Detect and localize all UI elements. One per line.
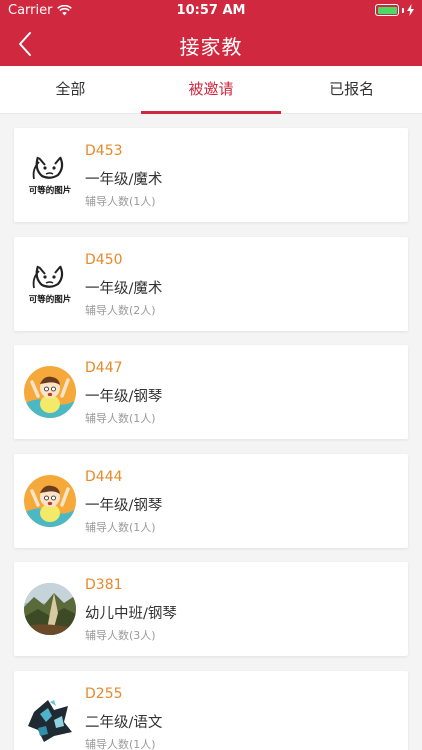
job-card[interactable]: D447 一年级/钢琴 辅导人数(1人) — [14, 345, 408, 439]
avatar — [24, 583, 76, 635]
cartoon-avatar-icon — [24, 474, 76, 527]
meme-avatar-icon: 可等的图片 — [24, 257, 76, 310]
student-count: 辅导人数(1人) — [85, 412, 156, 425]
job-card[interactable]: D381 幼儿中班/钢琴 辅导人数(3人) — [14, 562, 408, 656]
avatar: 可等的图片 — [24, 149, 76, 201]
top-bar: Carrier 10:57 AM 接家教 — [0, 0, 422, 66]
job-code: D255 — [85, 685, 123, 702]
job-subject: 幼儿中班/钢琴 — [85, 606, 177, 622]
job-subject: 一年级/钢琴 — [85, 389, 163, 405]
charging-bolt-icon — [407, 4, 414, 16]
battery-indicator — [375, 4, 414, 16]
tab-bar: 全部 被邀请 已报名 — [0, 66, 422, 114]
job-subject: 一年级/钢琴 — [85, 497, 163, 514]
job-code: D450 — [85, 251, 123, 268]
avatar — [24, 474, 76, 527]
tab-invited[interactable]: 被邀请 — [140, 66, 282, 114]
student-count: 辅导人数(1人) — [85, 737, 156, 750]
camo-avatar-icon — [24, 691, 76, 744]
meme-avatar-icon: 可等的图片 — [24, 149, 76, 201]
job-card[interactable]: 可等的图片 D450 一年级/魔术 辅导人数(2人) — [14, 236, 408, 331]
job-code: D453 — [85, 143, 123, 159]
status-bar: Carrier 10:57 AM — [0, 0, 422, 22]
tab-all[interactable]: 全部 — [0, 66, 141, 113]
job-subject: 一年级/魔术 — [85, 280, 163, 297]
avatar — [24, 366, 76, 418]
tutor-job-list: 可等的图片 D453 一年级/魔术 辅导人数(1人) 可等的图片 D450 一年… — [14, 128, 408, 750]
avatar-caption: 可等的图片 — [29, 294, 72, 305]
avatar — [24, 691, 76, 744]
status-time: 10:57 AM — [176, 3, 246, 18]
battery-icon — [375, 4, 399, 16]
avatar-caption: 可等的图片 — [29, 185, 72, 196]
cartoon-avatar-icon — [24, 366, 76, 418]
nav-bar: 接家教 — [0, 22, 422, 66]
job-card[interactable]: 可等的图片 D453 一年级/魔术 辅导人数(1人) — [14, 128, 408, 222]
job-card[interactable]: D444 一年级/钢琴 辅导人数(1人) — [14, 453, 408, 548]
job-subject: 一年级/魔术 — [85, 172, 163, 188]
student-count: 辅导人数(1人) — [85, 195, 156, 208]
avatar: 可等的图片 — [24, 257, 76, 310]
landscape-avatar-icon — [24, 583, 76, 635]
student-count: 辅导人数(1人) — [85, 520, 156, 534]
job-card[interactable]: D255 二年级/语文 辅导人数(1人) — [14, 670, 408, 750]
screen: Carrier 10:57 AM 接家教 全部 被邀请 已报名 可等的图片 D4… — [0, 0, 422, 750]
student-count: 辅导人数(3人) — [85, 629, 156, 642]
page-title: 接家教 — [179, 35, 243, 59]
job-code: D444 — [85, 468, 123, 485]
job-code: D447 — [85, 360, 123, 376]
tab-registered[interactable]: 已报名 — [281, 66, 422, 113]
job-code: D381 — [85, 577, 123, 593]
student-count: 辅导人数(2人) — [85, 303, 156, 317]
job-subject: 二年级/语文 — [85, 714, 163, 731]
